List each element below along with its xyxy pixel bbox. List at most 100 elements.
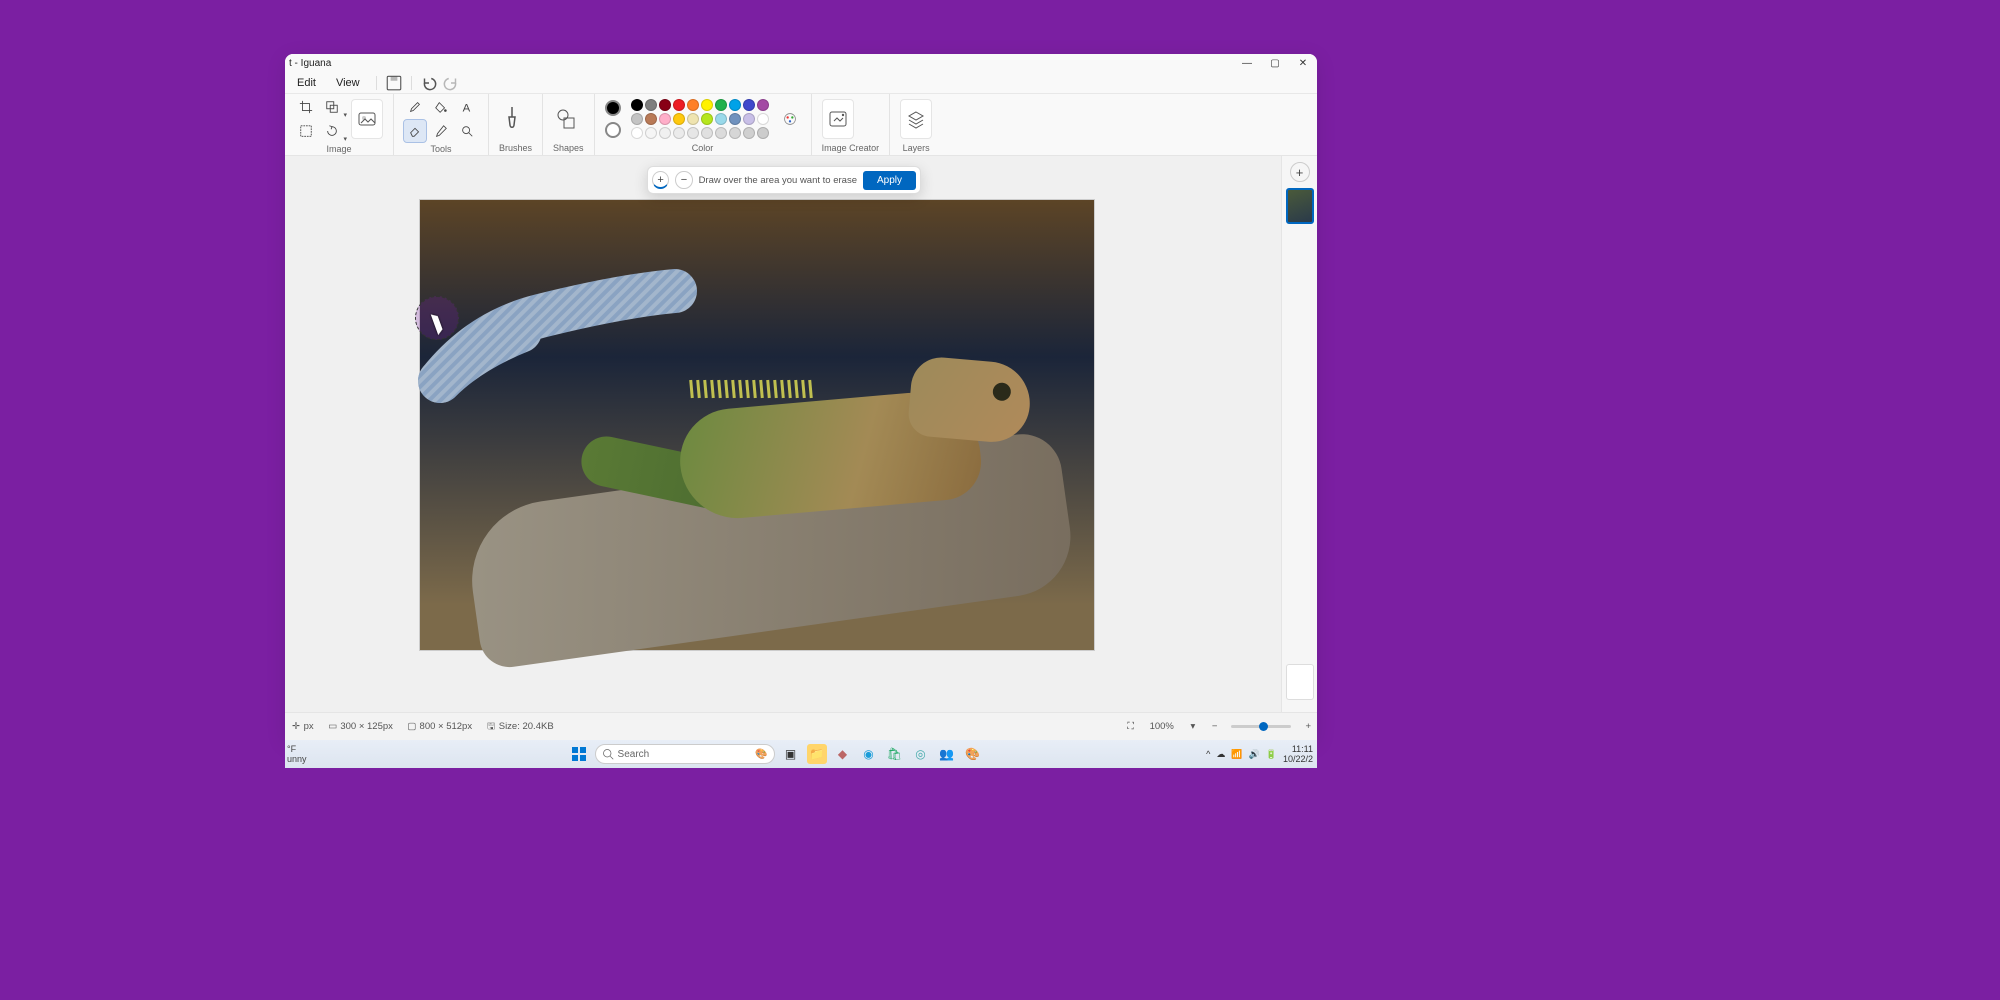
eraser-icon[interactable] xyxy=(404,120,426,142)
minimize-button[interactable]: — xyxy=(1233,54,1261,72)
text-icon[interactable]: A xyxy=(456,96,478,118)
rotate-icon[interactable]: ▾ xyxy=(321,120,343,142)
color-swatch[interactable] xyxy=(715,127,727,139)
color-swatch[interactable] xyxy=(715,113,727,125)
color-swatch[interactable] xyxy=(673,99,685,111)
color-swatch[interactable] xyxy=(687,99,699,111)
color-swatch[interactable] xyxy=(701,99,713,111)
color-secondary[interactable] xyxy=(605,122,621,138)
status-bar: ✛ px ▭ 300 × 125px ▢ 800 × 512px 🖫 Size:… xyxy=(285,712,1317,740)
pencil-icon[interactable] xyxy=(404,96,426,118)
tray-chevron-icon[interactable]: ^ xyxy=(1206,749,1210,759)
color-swatch[interactable] xyxy=(631,99,643,111)
teams-icon[interactable]: 👥 xyxy=(937,744,957,764)
shapes-button[interactable] xyxy=(553,99,579,139)
color-swatch[interactable] xyxy=(743,99,755,111)
app-icon-1[interactable]: ◆ xyxy=(833,744,853,764)
canvas-area[interactable]: + − Draw over the area you want to erase… xyxy=(285,156,1281,712)
taskbar-search[interactable]: Search 🎨 xyxy=(595,744,775,764)
color-swatch[interactable] xyxy=(659,113,671,125)
color-swatch[interactable] xyxy=(729,127,741,139)
erase-toolbar: + − Draw over the area you want to erase… xyxy=(647,166,921,194)
color-swatch[interactable] xyxy=(687,113,699,125)
color-swatch[interactable] xyxy=(757,127,769,139)
color-swatch[interactable] xyxy=(631,113,643,125)
layer-thumbnail-blank[interactable] xyxy=(1286,664,1314,700)
start-button[interactable] xyxy=(569,744,589,764)
color-swatch[interactable] xyxy=(687,127,699,139)
undo-icon[interactable] xyxy=(420,74,438,92)
magnifier-icon[interactable] xyxy=(456,120,478,142)
taskbar-clock[interactable]: 11:11 10/22/2 xyxy=(1283,744,1313,764)
zoom-slider[interactable] xyxy=(1231,725,1291,728)
color-swatch[interactable] xyxy=(631,127,643,139)
menu-edit[interactable]: Edit xyxy=(289,75,324,91)
explorer-icon[interactable]: 📁 xyxy=(807,744,827,764)
color-swatch[interactable] xyxy=(729,113,741,125)
svg-text:A: A xyxy=(463,102,471,114)
apply-button[interactable]: Apply xyxy=(863,171,916,190)
image-creator-icon[interactable] xyxy=(822,99,854,139)
status-selection: ▭ 300 × 125px xyxy=(328,721,393,732)
search-placeholder: Search xyxy=(618,749,650,760)
fit-screen-icon[interactable]: ⛶ xyxy=(1126,722,1136,732)
taskview-icon[interactable]: ▣ xyxy=(781,744,801,764)
color-swatch[interactable] xyxy=(659,99,671,111)
close-button[interactable]: ✕ xyxy=(1289,54,1317,72)
color-swatch[interactable] xyxy=(645,113,657,125)
color-swatch[interactable] xyxy=(757,99,769,111)
taskbar-weather[interactable]: °F unny xyxy=(285,744,345,764)
resize-icon[interactable]: ▾ xyxy=(321,96,343,118)
color-swatch[interactable] xyxy=(659,127,671,139)
brush-size-increase[interactable]: + xyxy=(652,171,669,189)
ribbon-group-image: ▾ ▾ Image xyxy=(289,94,389,155)
color-swatch[interactable] xyxy=(757,113,769,125)
tray-battery-icon[interactable]: 🔋 xyxy=(1266,749,1277,760)
color-swatch[interactable] xyxy=(645,127,657,139)
canvas-image[interactable] xyxy=(420,200,1094,650)
color-swatch[interactable] xyxy=(645,99,657,111)
edit-colors-icon[interactable] xyxy=(779,108,801,130)
color-palette xyxy=(631,99,769,139)
paint-icon[interactable]: 🎨 xyxy=(963,744,983,764)
color-swatch[interactable] xyxy=(743,113,755,125)
color-swatch[interactable] xyxy=(743,127,755,139)
layers-icon[interactable] xyxy=(900,99,932,139)
redo-icon[interactable] xyxy=(442,74,460,92)
color-swatch[interactable] xyxy=(701,113,713,125)
tray-onedrive-icon[interactable]: ☁ xyxy=(1216,749,1225,760)
edge-icon[interactable]: ◉ xyxy=(859,744,879,764)
picker-icon[interactable] xyxy=(430,120,452,142)
layer-thumbnail[interactable] xyxy=(1286,188,1314,224)
color-primary[interactable] xyxy=(605,100,621,116)
color-swatch[interactable] xyxy=(673,113,685,125)
color-swatch[interactable] xyxy=(701,127,713,139)
zoom-out-button[interactable]: − xyxy=(1212,721,1218,732)
fill-icon[interactable] xyxy=(430,96,452,118)
zoom-in-button[interactable]: + xyxy=(1305,721,1311,732)
ribbon-label-tools: Tools xyxy=(404,142,478,156)
maximize-button[interactable]: ▢ xyxy=(1261,54,1289,72)
image-creator-button[interactable] xyxy=(351,99,383,139)
tray-wifi-icon[interactable]: 📶 xyxy=(1231,749,1242,760)
save-icon[interactable] xyxy=(385,74,403,92)
copilot-icon[interactable]: ◎ xyxy=(911,744,931,764)
tray-volume-icon[interactable]: 🔊 xyxy=(1249,749,1260,760)
erase-stroke xyxy=(420,271,680,391)
layers-panel: + xyxy=(1281,156,1317,712)
status-zoom-value: 100% xyxy=(1150,721,1174,732)
brush-size-decrease[interactable]: − xyxy=(675,171,692,189)
select-icon[interactable] xyxy=(295,120,317,142)
store-icon[interactable]: 🛍 xyxy=(885,744,905,764)
color-swatch[interactable] xyxy=(729,99,741,111)
color-swatch[interactable] xyxy=(715,99,727,111)
menu-view[interactable]: View xyxy=(328,75,368,91)
ribbon-group-shapes: Shapes xyxy=(542,94,590,155)
ribbon-group-color: Color xyxy=(594,94,807,155)
brushes-button[interactable] xyxy=(499,99,525,139)
crop-icon[interactable] xyxy=(295,96,317,118)
system-tray[interactable]: ^ ☁ 📶 🔊 🔋 11:11 10/22/2 xyxy=(1206,744,1317,764)
color-swatch[interactable] xyxy=(673,127,685,139)
status-file-size: 🖫 Size: 20.4KB xyxy=(486,721,554,732)
add-layer-button[interactable]: + xyxy=(1290,162,1310,182)
